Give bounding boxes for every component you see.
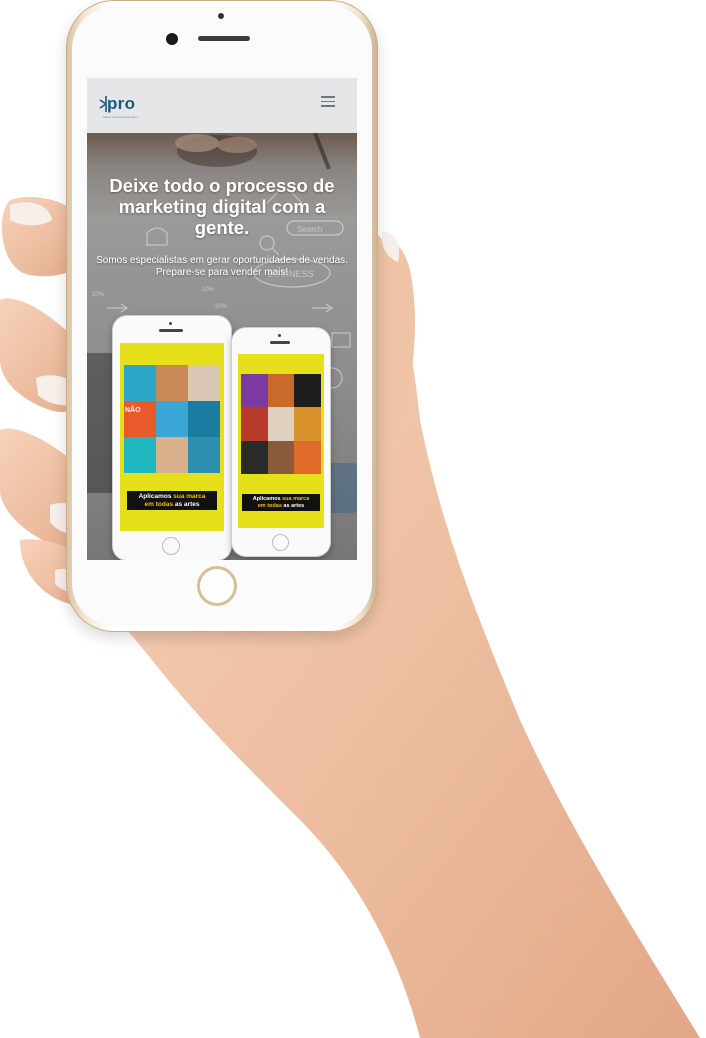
mockup-right-cta: Aplicamos sua marca em todas as artes (242, 494, 320, 511)
hamburger-menu-icon[interactable] (321, 96, 335, 108)
mockup-phone-right: Aplicamos sua marca em todas as artes (232, 328, 330, 556)
hero-subtitle-line-1: Somos especialistas em gerar oportunidad… (96, 255, 348, 266)
earpiece-speaker (198, 36, 250, 41)
logo-tagline: Marca de Posicionamento (103, 115, 138, 119)
mockup-left-cta: Aplicamos sua marca em todas as artes (127, 491, 217, 510)
mockup-right-grid (241, 374, 321, 474)
phone-sensor (218, 13, 224, 19)
logo-text: pro (107, 94, 136, 113)
doodle-pct-2: 10% (202, 287, 215, 293)
doodle-pct-3: 30% (215, 304, 228, 310)
phone-screen: pro Marca de Posicionamento Search BUSIN… (87, 78, 357, 560)
logo-arrow-icon (99, 96, 107, 112)
mockup-phone-left: NÃO Aplicamos sua marca em todas as artes (113, 316, 231, 560)
mockup-right-screen: Aplicamos sua marca em todas as artes (238, 354, 324, 528)
hero-title: Deixe todo o processo de marketing digit… (109, 175, 335, 238)
mockup-left-home-button (162, 537, 180, 555)
mockup-right-home-button (272, 534, 289, 551)
doodle-pct-1: 20% (92, 292, 105, 298)
hero-subtitle-line-2: Prepare-se para vender mais! (155, 267, 289, 278)
site-header: pro Marca de Posicionamento (87, 78, 357, 133)
mockup-left-screen: NÃO Aplicamos sua marca em todas as artes (120, 343, 224, 531)
home-button[interactable] (197, 566, 237, 606)
hero-subtitle: Somos especialistas em gerar oportunidad… (91, 255, 353, 279)
mockup-left-grid: NÃO (124, 365, 220, 473)
front-camera-icon (166, 33, 178, 45)
hero-section: Search BUSINESS 20% 10% 30% Deixe todo o… (87, 133, 357, 560)
mockup-left-tile-label: NÃO (125, 407, 141, 414)
